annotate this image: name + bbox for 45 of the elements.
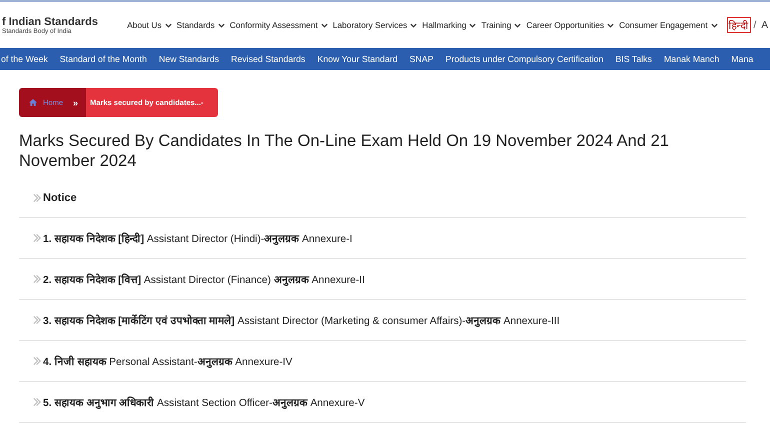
chevron-down-icon	[410, 22, 418, 28]
logo-title: f Indian Standards	[2, 16, 99, 28]
chevron-right-icon	[33, 315, 42, 325]
nav-link[interactable]: Standard of the Month	[60, 54, 147, 64]
home-icon	[29, 99, 37, 106]
menu-item[interactable]: Standards	[176, 20, 225, 30]
chevron-right-icon	[33, 274, 42, 284]
nav-link[interactable]: Products under Compulsory Certification	[446, 54, 604, 64]
nav-link[interactable]: Mana	[731, 54, 754, 64]
nav-link[interactable]: BIS Talks	[615, 54, 652, 64]
nav-link[interactable]: of the Week	[1, 54, 48, 64]
nav-link[interactable]: Know Your Standard	[317, 54, 398, 64]
language-link[interactable]: A	[759, 18, 770, 32]
annexure-link[interactable]: 5. सहायक अनुभाग अधिकारी Assistant Section Officer-अनुलग्रक Annexure-V	[43, 395, 365, 409]
chevron-down-icon	[320, 22, 328, 28]
menu-item[interactable]: About Us	[127, 20, 172, 30]
nav-link[interactable]: SNAP	[410, 54, 434, 64]
annexure-link[interactable]: 3. सहायक निदेशक [मार्केटिंग एवं उपभोक्ता मामले] Assistant Director (Marketing & consumer Affairs)-अनुलग्रक Annexure-III	[43, 313, 560, 327]
chevron-right-icon	[33, 193, 42, 203]
chevron-down-icon	[469, 22, 476, 28]
menu-item[interactable]: Conformity Assessment	[230, 20, 328, 30]
nav-link[interactable]: Manak Manch	[664, 54, 720, 64]
notice-heading: Notice	[43, 192, 77, 204]
chevron-right-icon	[33, 233, 42, 243]
chevron-down-icon	[218, 22, 225, 28]
menu-item[interactable]: Hallmarking	[422, 20, 476, 30]
chevron-down-icon	[607, 22, 614, 28]
chevron-right-icon	[33, 356, 42, 366]
menu-item[interactable]: Consumer Engagement	[619, 20, 718, 30]
chevron-right-icon	[33, 397, 42, 407]
nav-link[interactable]: New Standards	[158, 54, 219, 64]
chevron-down-icon	[710, 22, 718, 28]
annexure-link[interactable]: 2. सहायक निदेशक [वित्त] Assistant Director (Finance) अनुलग्रक Annexure-II	[43, 272, 365, 286]
chevron-down-icon	[514, 22, 522, 28]
language-separator: /	[754, 20, 756, 30]
menu-item[interactable]: Career Opportunities	[526, 20, 614, 30]
chevron-down-icon	[164, 22, 172, 28]
annexure-link[interactable]: 1. सहायक निदेशक [हिन्दी] Assistant Director (Hindi)-अनुलग्रक Annexure-I	[43, 231, 352, 245]
language-link[interactable]: हिन्दी	[726, 17, 751, 33]
page-title: Marks Secured By Candidates In The On-Line Exam Held On 19 November 2024 And 21 November 2024	[19, 131, 670, 171]
annexure-link[interactable]: 4. निजी सहायक Personal Assistant-अनुलग्रक Annexure-IV	[43, 354, 292, 368]
menu-item[interactable]: Training	[481, 20, 522, 30]
breadcrumb-separator: »	[73, 98, 78, 108]
nav-link[interactable]: Revised Standards	[231, 54, 306, 64]
menu-item[interactable]: Laboratory Services	[332, 20, 418, 30]
